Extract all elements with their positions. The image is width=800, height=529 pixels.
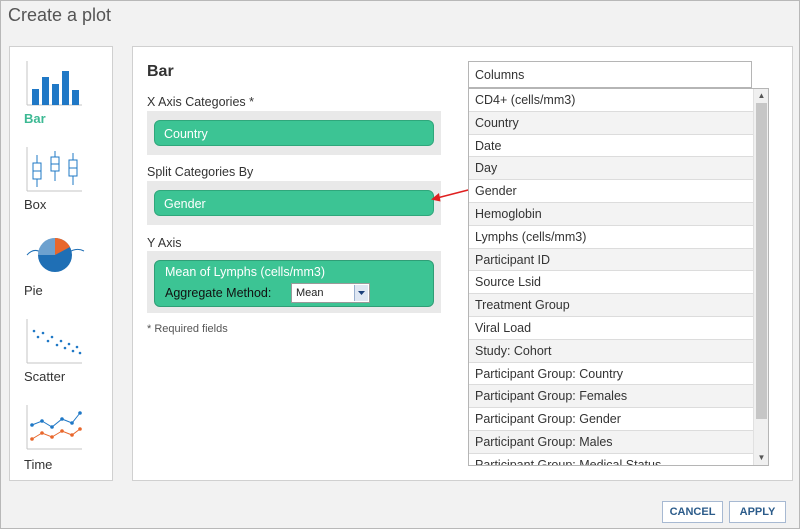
y-axis-label: Y Axis <box>147 236 182 250</box>
x-axis-label: X Axis Categories * <box>147 95 254 109</box>
plot-type-label: Bar <box>24 111 46 126</box>
plot-type-pie[interactable]: Pie <box>10 219 112 305</box>
bar-chart-icon <box>26 61 82 106</box>
split-categories-label: Split Categories By <box>147 165 254 179</box>
column-item[interactable]: Participant Group: Gender <box>469 408 753 431</box>
chevron-down-icon[interactable] <box>354 285 368 301</box>
config-panel: Bar X Axis Categories * Country Split Ca… <box>132 46 793 481</box>
scatter-plot-icon <box>26 319 82 364</box>
y-axis-field-name: Mean of Lymphs (cells/mm3) <box>165 265 325 279</box>
plot-type-box[interactable]: Box <box>10 133 112 219</box>
columns-list[interactable]: CD4+ (cells/mm3) Country Date Day Gender Hemo… <box>468 88 769 466</box>
create-plot-dialog: Create a plot Bar Box Pie Scatter Time B… <box>0 0 800 529</box>
box-plot-icon <box>26 147 82 192</box>
column-item[interactable]: Participant Group: Medical Status <box>469 454 753 465</box>
column-item[interactable]: Date <box>469 135 753 158</box>
columns-scrollbar[interactable]: ▲ ▼ <box>753 89 768 465</box>
scroll-thumb[interactable] <box>756 103 767 419</box>
column-item[interactable]: Source Lsid <box>469 271 753 295</box>
column-item[interactable]: Lymphs (cells/mm3) <box>469 226 753 249</box>
x-axis-dropzone[interactable]: Country <box>147 111 441 155</box>
plot-type-bar[interactable]: Bar <box>10 47 112 133</box>
column-item[interactable]: Hemoglobin <box>469 202 753 226</box>
scroll-down-arrow-icon[interactable]: ▼ <box>754 451 768 465</box>
columns-header: Columns <box>468 61 752 88</box>
aggregate-method-label: Aggregate Method: <box>165 286 272 300</box>
x-axis-field-chip[interactable]: Country <box>154 120 434 146</box>
split-field-chip[interactable]: Gender <box>154 190 434 216</box>
plot-type-label: Time <box>24 457 53 472</box>
column-item[interactable]: Study: Cohort <box>469 339 753 363</box>
column-item[interactable]: Participant Group: Males <box>469 430 753 454</box>
aggregate-method-select[interactable]: Mean <box>291 283 370 303</box>
plot-type-time[interactable]: Time <box>10 391 112 477</box>
plot-type-scatter[interactable]: Scatter <box>10 305 112 391</box>
column-item[interactable]: CD4+ (cells/mm3) <box>469 89 753 112</box>
column-item[interactable]: Participant Group: Females <box>469 385 753 409</box>
apply-button[interactable]: APPLY <box>729 501 786 523</box>
dialog-title: Create a plot <box>8 5 112 25</box>
plot-type-label: Box <box>24 197 47 212</box>
y-axis-field-chip[interactable]: Mean of Lymphs (cells/mm3) Aggregate Met… <box>154 260 434 307</box>
pie-chart-icon <box>26 238 85 272</box>
chart-type-title: Bar <box>147 63 174 80</box>
plot-type-label: Scatter <box>24 369 66 384</box>
column-item[interactable]: Treatment Group <box>469 294 753 317</box>
required-fields-note: * Required fields <box>147 323 228 335</box>
columns-items: CD4+ (cells/mm3) Country Date Day Gender Hemo… <box>469 89 768 465</box>
scroll-up-arrow-icon[interactable]: ▲ <box>754 89 768 103</box>
split-dropzone[interactable]: Gender <box>147 181 441 225</box>
column-item[interactable]: Participant ID <box>469 248 753 272</box>
time-chart-icon <box>26 405 82 450</box>
column-item[interactable]: Country <box>469 111 753 135</box>
columns-panel: Columns CD4+ (cells/mm3) Country Date Day Ge… <box>468 61 770 466</box>
aggregate-method-value: Mean <box>296 287 324 299</box>
plot-type-label: Pie <box>24 283 43 298</box>
column-item[interactable]: Viral Load <box>469 317 753 340</box>
column-item[interactable]: Day <box>469 157 753 181</box>
cancel-button[interactable]: CANCEL <box>662 501 723 523</box>
column-item[interactable]: Participant Group: Country <box>469 363 753 386</box>
y-axis-dropzone[interactable]: Mean of Lymphs (cells/mm3) Aggregate Met… <box>147 251 441 313</box>
column-item[interactable]: Gender <box>469 180 753 203</box>
plot-type-panel: Bar Box Pie Scatter Time <box>9 46 113 481</box>
